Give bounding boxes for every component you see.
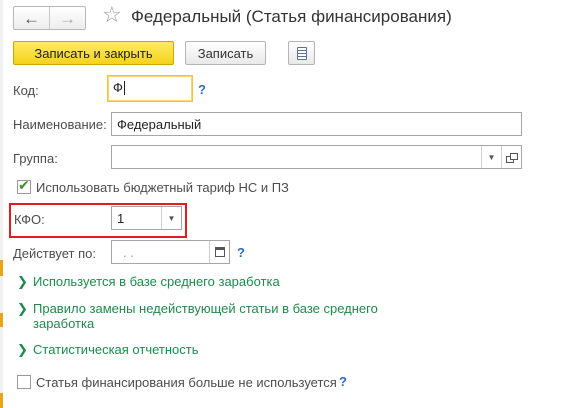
group-open-button[interactable] bbox=[501, 146, 521, 168]
valid-until-date-field[interactable]: . . bbox=[111, 240, 230, 264]
valid-until-value: . . bbox=[123, 245, 134, 260]
budget-tariff-label: Использовать бюджетный тариф НС и ПЗ bbox=[36, 180, 289, 195]
kfo-dropdown-button[interactable]: ▼ bbox=[161, 207, 181, 229]
save-and-close-button[interactable]: Записать и закрыть bbox=[13, 41, 174, 65]
triangle-down-icon: ▼ bbox=[487, 152, 496, 162]
chevron-right-icon: ❯ bbox=[17, 342, 28, 357]
section-average-earnings[interactable]: ❯ Используется в базе среднего заработка bbox=[17, 274, 280, 289]
open-form-icon bbox=[506, 152, 518, 163]
arrow-left-icon: ← bbox=[23, 8, 40, 28]
group-field[interactable]: ▼ bbox=[111, 145, 522, 169]
section-label-line-1: Правило замены недействующей статьи в ба… bbox=[33, 301, 378, 316]
not-used-checkbox[interactable] bbox=[17, 375, 31, 389]
save-button[interactable]: Записать bbox=[185, 41, 266, 65]
code-field[interactable]: Ф bbox=[107, 75, 193, 102]
valid-until-help-icon[interactable]: ? bbox=[237, 245, 245, 260]
group-dropdown-button[interactable]: ▼ bbox=[481, 146, 501, 168]
navigation-buttons: ← → bbox=[13, 6, 86, 30]
checkmark-icon: ✔ bbox=[18, 177, 30, 193]
code-label: Код: bbox=[13, 83, 39, 98]
section-label: Используется в базе среднего заработка bbox=[33, 274, 280, 289]
chevron-right-icon: ❯ bbox=[17, 301, 28, 316]
section-label: Статистическая отчетность bbox=[33, 342, 199, 357]
name-label: Наименование: bbox=[13, 117, 107, 132]
more-actions-button[interactable] bbox=[288, 41, 315, 65]
kfo-label: КФО: bbox=[14, 212, 45, 227]
name-value: Федеральный bbox=[117, 117, 202, 132]
name-field[interactable]: Федеральный bbox=[111, 112, 522, 136]
not-used-help-icon[interactable]: ? bbox=[339, 374, 347, 389]
section-replacement-rule[interactable]: ❯ Правило замены недействующей статьи в … bbox=[17, 301, 378, 331]
section-label: Правило замены недействующей статьи в ба… bbox=[33, 301, 378, 331]
forward-button[interactable]: → bbox=[49, 7, 85, 29]
page-title: Федеральный (Статья финансирования) bbox=[131, 7, 452, 26]
triangle-down-icon: ▼ bbox=[167, 213, 176, 223]
calendar-button[interactable] bbox=[209, 241, 229, 263]
text-cursor bbox=[123, 81, 125, 95]
chevron-right-icon: ❯ bbox=[17, 274, 28, 289]
favorite-star-icon[interactable]: ☆ bbox=[102, 4, 122, 26]
section-label-line-2: заработка bbox=[33, 316, 95, 331]
document-list-icon bbox=[296, 46, 307, 60]
calendar-icon bbox=[214, 247, 225, 257]
back-button[interactable]: ← bbox=[14, 7, 49, 29]
not-used-label: Статья финансирования больше не использу… bbox=[36, 375, 337, 390]
code-help-icon[interactable]: ? bbox=[198, 82, 206, 97]
budget-tariff-checkbox[interactable]: ✔ bbox=[17, 177, 31, 194]
kfo-value: 1 bbox=[117, 211, 125, 226]
side-marker bbox=[0, 260, 3, 276]
arrow-right-icon: → bbox=[59, 8, 76, 28]
side-marker bbox=[0, 313, 3, 327]
side-marker bbox=[0, 393, 3, 408]
group-label: Группа: bbox=[13, 151, 58, 166]
left-edge-strip bbox=[0, 0, 3, 408]
code-value: Ф bbox=[113, 80, 123, 95]
valid-until-label: Действует по: bbox=[13, 246, 96, 261]
kfo-select[interactable]: 1 ▼ bbox=[111, 206, 182, 230]
section-statistics[interactable]: ❯ Статистическая отчетность bbox=[17, 342, 199, 357]
